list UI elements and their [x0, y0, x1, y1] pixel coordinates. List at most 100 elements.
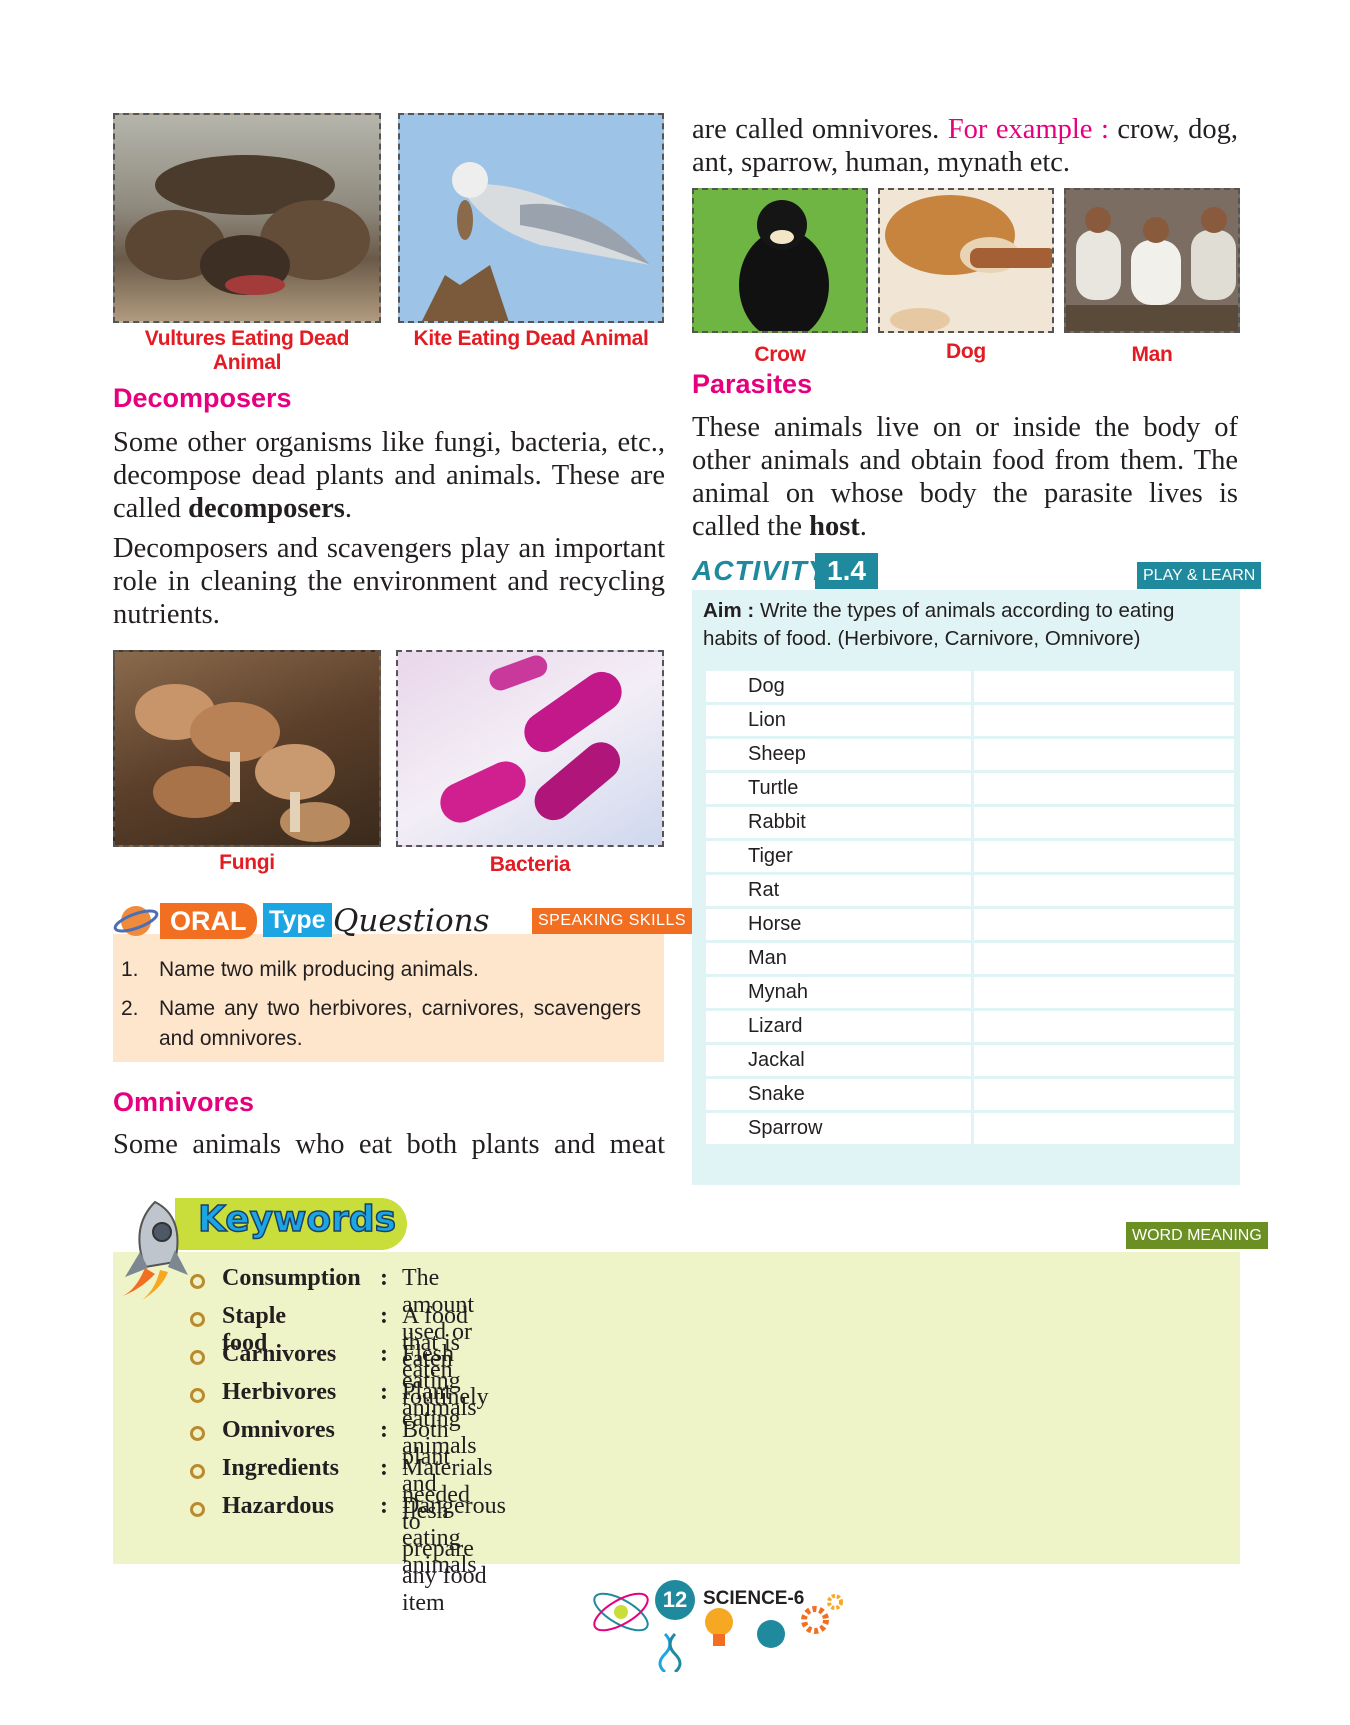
animal-name-cell: Man — [706, 943, 971, 974]
eating-habit-answer-cell[interactable] — [974, 1079, 1234, 1110]
parasites-heading: Parasites — [692, 369, 813, 399]
vultures-illustration — [125, 155, 370, 295]
activity-row: Snake — [706, 1079, 1234, 1110]
animal-name-cell: Lizard — [706, 1011, 971, 1042]
eating-habit-answer-cell[interactable] — [974, 1113, 1234, 1144]
oral-question-2: 2. Name any two herbivores, carnivores, … — [121, 994, 641, 1054]
aim-label: Aim : — [703, 599, 755, 622]
vultures-photo — [113, 113, 381, 323]
activity-row: Turtle — [706, 773, 1234, 804]
crow-illustration — [739, 200, 829, 331]
kite-illustration — [422, 162, 650, 321]
eating-habit-answer-cell[interactable] — [974, 671, 1234, 702]
word-meaning-badge: WORD MEANING — [1126, 1222, 1268, 1249]
bullet-icon — [190, 1350, 205, 1365]
activity-row: Mynah — [706, 977, 1234, 1008]
parasites-paragraph: These animals live on or inside the body… — [692, 411, 1238, 543]
vultures-caption: Vultures Eating Dead Animal — [144, 327, 350, 374]
animal-name-cell: Tiger — [706, 841, 971, 872]
omnivores-cont-text: are called omnivores. — [692, 114, 940, 145]
oral-question-1: 1. Name two milk producing animals. — [121, 958, 641, 982]
keyword-separator: : — [380, 1417, 388, 1443]
parasites-period: . — [859, 511, 867, 542]
crow-caption: Crow — [754, 343, 806, 366]
animal-name-cell: Mynah — [706, 977, 971, 1008]
fungi-illustration — [135, 684, 350, 842]
type-label: Type — [263, 903, 332, 937]
activity-row: Dog — [706, 671, 1234, 702]
animal-name-cell: Turtle — [706, 773, 971, 804]
omnivores-paragraph-continued: are called omnivores. For example : crow… — [692, 113, 1238, 179]
kite-caption: Kite Eating Dead Animal — [413, 327, 649, 350]
animal-name-cell: Dog — [706, 671, 971, 702]
keyword-separator: : — [380, 1341, 388, 1367]
activity-row: Lizard — [706, 1011, 1234, 1042]
decomposers-paragraph-2: Decomposers and scavengers play an impor… — [113, 533, 665, 630]
science-footer-icons — [593, 1592, 843, 1672]
keyword-separator: : — [380, 1379, 388, 1405]
eating-habit-answer-cell[interactable] — [974, 977, 1234, 1008]
question-1-text: Name two milk producing animals. — [159, 958, 479, 981]
keyword-term: Herbivores — [222, 1379, 337, 1405]
keyword-separator: : — [380, 1265, 388, 1291]
bacteria-photo — [396, 650, 664, 847]
bullet-icon — [190, 1274, 205, 1289]
crow-photo — [692, 188, 868, 333]
eating-habit-answer-cell[interactable] — [974, 841, 1234, 872]
activity-row: Horse — [706, 909, 1234, 940]
bullet-icon — [190, 1388, 205, 1403]
dog-illustration — [885, 195, 1052, 331]
question-2-number: 2. — [121, 997, 139, 1020]
play-learn-badge: PLAY & LEARN — [1137, 562, 1262, 589]
fungi-photo — [113, 650, 381, 847]
parasites-text: These animals live on or inside the body… — [692, 412, 1238, 542]
decomposers-heading: Decomposers — [113, 383, 292, 413]
keyword-term: Carnivores — [222, 1341, 337, 1367]
eating-habit-answer-cell[interactable] — [974, 773, 1234, 804]
animal-name-cell: Jackal — [706, 1045, 971, 1076]
activity-row: Sheep — [706, 739, 1234, 770]
activity-row: Rabbit — [706, 807, 1234, 838]
keyword-term: Consumption — [222, 1265, 361, 1291]
keyword-separator: : — [380, 1303, 388, 1329]
keyword-separator: : — [380, 1493, 388, 1519]
man-photo — [1064, 188, 1240, 333]
animal-name-cell: Snake — [706, 1079, 971, 1110]
bullet-icon — [190, 1312, 205, 1327]
activity-row: Rat — [706, 875, 1234, 906]
keyword-separator: : — [380, 1455, 388, 1481]
activity-row: Tiger — [706, 841, 1234, 872]
questions-label: Questions — [333, 903, 490, 939]
fungi-caption: Fungi — [219, 851, 275, 874]
animal-name-cell: Rat — [706, 875, 971, 906]
bacteria-illustration — [440, 655, 622, 823]
animal-name-cell: Sheep — [706, 739, 971, 770]
keywords-title: Keywords — [197, 1198, 397, 1241]
eating-habit-answer-cell[interactable] — [974, 875, 1234, 906]
man-illustration — [1066, 207, 1238, 331]
dog-caption: Dog — [946, 340, 986, 363]
eating-habit-answer-cell[interactable] — [974, 909, 1234, 940]
omnivores-paragraph-start: Some animals who eat both plants and mea… — [113, 1129, 665, 1160]
eating-habit-answer-cell[interactable] — [974, 705, 1234, 736]
activity-label: ACTIVITY — [692, 555, 828, 586]
dog-photo — [878, 188, 1054, 333]
animal-name-cell: Rabbit — [706, 807, 971, 838]
activity-row: Man — [706, 943, 1234, 974]
bullet-icon — [190, 1502, 205, 1517]
aim-text: Write the types of animals according to … — [703, 599, 1175, 650]
page-number: 12 — [655, 1580, 695, 1620]
keyword-term: Omnivores — [222, 1417, 335, 1443]
rocket-icon — [120, 1200, 188, 1300]
eating-habit-answer-cell[interactable] — [974, 1045, 1234, 1076]
keyword-definition: Dangerous — [402, 1493, 506, 1519]
activity-row: Lion — [706, 705, 1234, 736]
parasites-bold-term: host — [809, 511, 860, 542]
animal-name-cell: Lion — [706, 705, 971, 736]
activity-row: Jackal — [706, 1045, 1234, 1076]
eating-habit-answer-cell[interactable] — [974, 739, 1234, 770]
activity-number: 1.4 — [815, 553, 878, 589]
eating-habit-answer-cell[interactable] — [974, 1011, 1234, 1042]
eating-habit-answer-cell[interactable] — [974, 943, 1234, 974]
eating-habit-answer-cell[interactable] — [974, 807, 1234, 838]
